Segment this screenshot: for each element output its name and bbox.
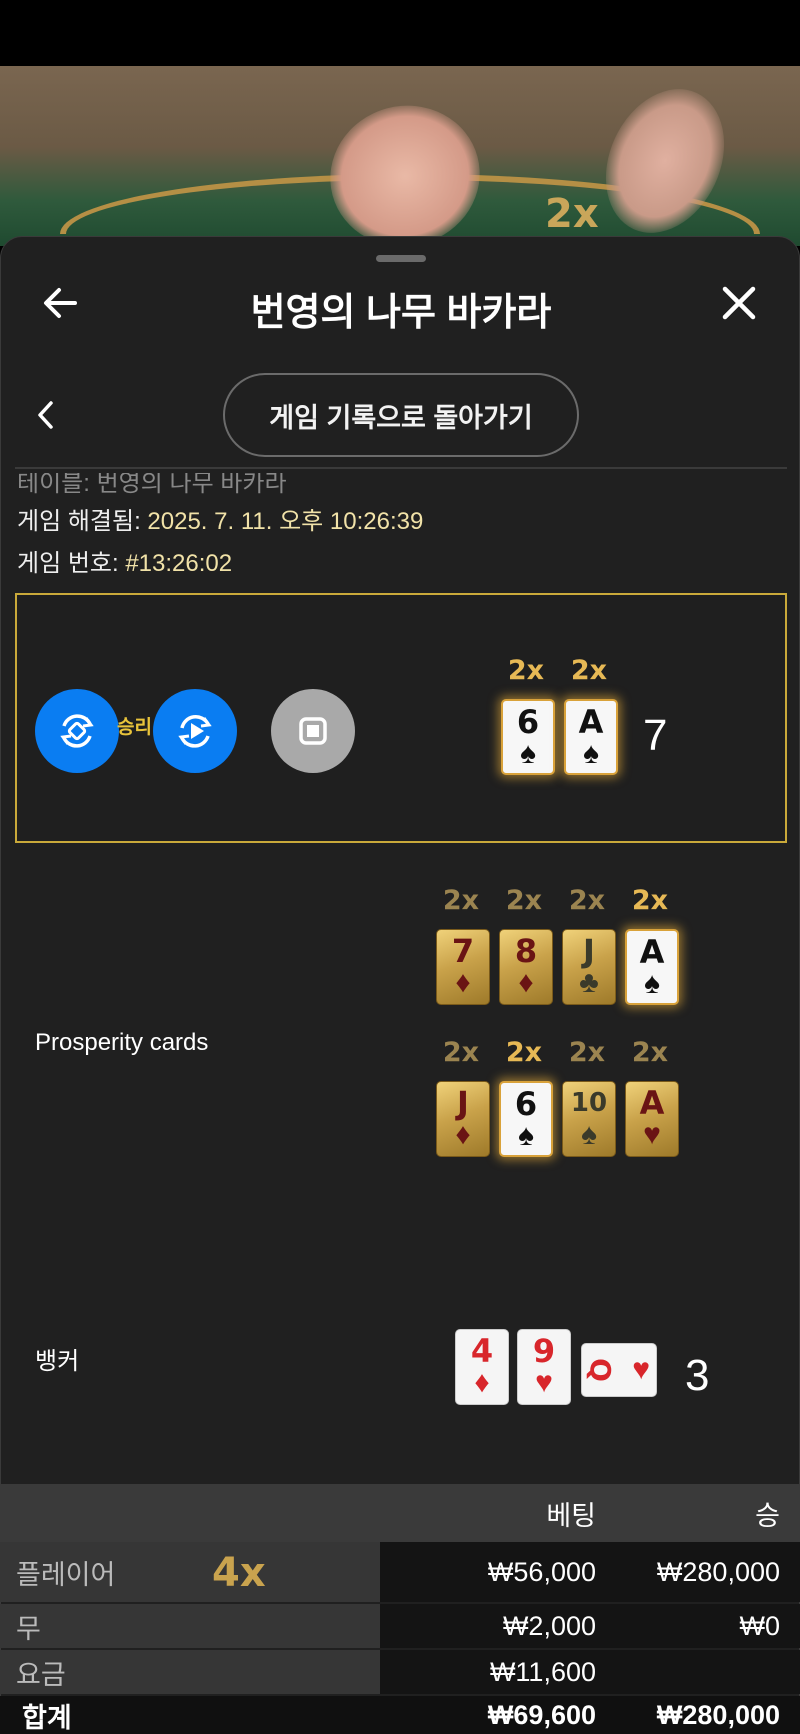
row-bet: ₩2,000	[380, 1604, 600, 1648]
resolved-label: 게임 해결됨:	[17, 508, 148, 535]
card-rank: 6	[516, 703, 540, 741]
table-row: 무 ₩2,000 ₩0	[0, 1604, 800, 1648]
card-suit: ♠	[518, 1119, 534, 1152]
card-rank: 8	[514, 932, 538, 970]
close-icon[interactable]	[715, 279, 763, 327]
player-score: 7	[643, 711, 668, 760]
card-suit: ♥	[643, 1118, 661, 1151]
table-row: 플레이어 4x ₩56,000 ₩280,000	[0, 1542, 800, 1602]
card-suit: ♣	[579, 966, 599, 999]
card-rank: A	[639, 1084, 665, 1122]
status-bar	[0, 0, 800, 66]
card-rank: 6	[514, 1085, 538, 1123]
prosperity-mult: 2x	[631, 1037, 669, 1068]
prosperity-mult: 2x	[568, 1037, 606, 1068]
card-suit: ♠	[583, 737, 599, 770]
row-bet: ₩11,600	[380, 1650, 600, 1694]
prosperity-mult-active: 2x	[505, 1037, 543, 1068]
chevron-left-icon[interactable]	[31, 395, 61, 435]
resolved-line: 게임 해결됨: 2025. 7. 11. 오후 10:26:39	[17, 501, 423, 536]
row-multiplier: 4x	[212, 1550, 266, 1596]
banker-label: 뱅커	[35, 1348, 80, 1375]
drag-handle[interactable]	[376, 255, 426, 262]
player-card-1-multiplier: 2x	[507, 655, 545, 686]
game-number-line: 게임 번호: #13:26:02	[17, 543, 232, 578]
row-win: ₩280,000	[600, 1542, 800, 1602]
prosperity-mult: 2x	[442, 885, 480, 916]
page-title: 번영의 나무 바카라	[250, 292, 552, 334]
prosperity-mult: 2x	[568, 885, 606, 916]
table-total-row: 합계 ₩69,600 ₩280,000	[0, 1696, 800, 1734]
row-label-cell: 플레이어 4x	[0, 1542, 380, 1602]
win-header: 승	[755, 1500, 780, 1531]
divider	[15, 467, 787, 469]
card-suit: ♥	[632, 1353, 650, 1386]
banker-score: 3	[685, 1351, 710, 1400]
row-label: 합계	[22, 1702, 72, 1733]
table-row: 요금 ₩11,600	[0, 1650, 800, 1694]
card-suit: ♦	[474, 1366, 490, 1399]
play-replay-icon[interactable]	[153, 689, 237, 773]
card-rank: 9	[532, 1332, 556, 1370]
player-card-2: A ♠	[564, 699, 618, 775]
table-header: 베팅 승	[0, 1484, 800, 1542]
prosperity-card: A ♥	[625, 1081, 679, 1157]
player-card-1: 6 ♠	[501, 699, 555, 775]
card-rank: A	[639, 933, 665, 971]
game-number-label: 게임 번호:	[17, 550, 126, 577]
banker-card-2: 9 ♥	[517, 1329, 571, 1405]
resolved-value: 2025. 7. 11. 오후 10:26:39	[147, 508, 424, 535]
prosperity-mult-active: 2x	[631, 885, 669, 916]
live-video: 2x	[0, 66, 800, 246]
back-to-history-button[interactable]: 게임 기록으로 돌아가기	[223, 373, 579, 457]
stop-icon[interactable]	[271, 689, 355, 773]
card-rank: 10	[570, 1088, 608, 1118]
banker-card-3: Q ♥	[581, 1343, 657, 1397]
prosperity-card-active: 6 ♠	[499, 1081, 553, 1157]
card-rank: J	[457, 1084, 469, 1122]
card-suit: ♠	[644, 967, 660, 1000]
prosperity-card: 7 ♦	[436, 929, 490, 1005]
prosperity-card-active: A ♠	[625, 929, 679, 1005]
card-suit: ♥	[535, 1366, 553, 1399]
back-arrow-icon[interactable]	[37, 279, 85, 327]
prosperity-card: 8 ♦	[499, 929, 553, 1005]
card-rank: Q	[583, 1358, 617, 1382]
card-suit: ♠	[581, 1118, 597, 1151]
prosperity-label: Prosperity cards	[35, 1029, 209, 1056]
card-rank: 4	[470, 1332, 494, 1370]
card-rank: J	[583, 932, 595, 970]
card-suit: ♠	[520, 737, 536, 770]
row-label: 요금	[0, 1650, 380, 1694]
card-suit: ♦	[455, 966, 471, 999]
row-label: 무	[0, 1604, 380, 1648]
card-rank: A	[578, 703, 604, 741]
prosperity-card: 10 ♠	[562, 1081, 616, 1157]
row-win	[600, 1650, 800, 1694]
win-label: 승리	[117, 717, 152, 738]
replay-round-icon[interactable]	[35, 689, 119, 773]
row-bet: ₩56,000	[380, 1542, 600, 1602]
row-win: ₩0	[600, 1604, 800, 1648]
row-label: 플레이어	[16, 1559, 116, 1590]
card-rank: 7	[451, 932, 475, 970]
banker-card-1: 4 ♦	[455, 1329, 509, 1405]
card-suit: ♦	[455, 1118, 471, 1151]
row-win: ₩280,000	[656, 1699, 780, 1730]
video-multiplier: 2x	[545, 191, 599, 237]
game-number-value: #13:26:02	[125, 550, 233, 577]
prosperity-card: J ♦	[436, 1081, 490, 1157]
bet-header: 베팅	[546, 1500, 596, 1531]
prosperity-card: J ♣	[562, 929, 616, 1005]
prosperity-mult: 2x	[442, 1037, 480, 1068]
card-suit: ♦	[518, 966, 534, 999]
prosperity-mult: 2x	[505, 885, 543, 916]
player-hand-box: 승리 2x 6 ♠ 2x A ♠ 7	[15, 593, 787, 843]
row-bet: ₩69,600	[487, 1699, 596, 1730]
player-card-2-multiplier: 2x	[570, 655, 608, 686]
